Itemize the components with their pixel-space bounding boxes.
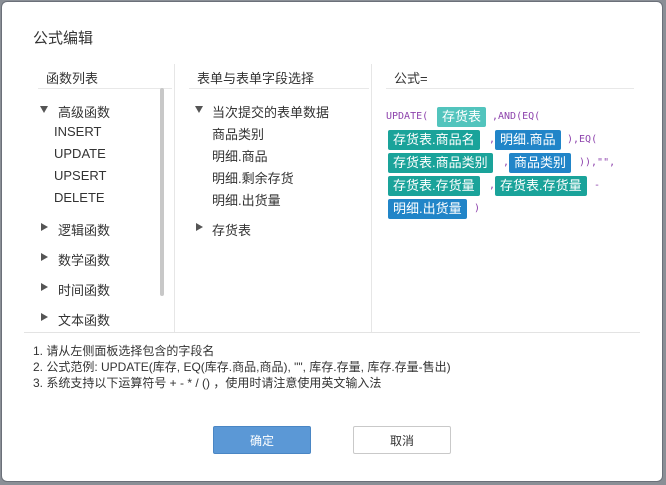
field-detail-outbound[interactable]: 明细.出货量: [212, 190, 281, 209]
function-insert[interactable]: INSERT: [54, 124, 101, 139]
keyword-token: ),EQ(: [567, 134, 598, 145]
function-list-scrollbar[interactable]: [160, 88, 164, 296]
form-field-pill[interactable]: 商品类别: [509, 153, 572, 173]
group-label: 存货表: [212, 223, 252, 238]
header-divider: [386, 88, 634, 89]
form-field-panel: 表单与表单字段选择 当次提交的表单数据 商品类别 明细.商品 明细.剩余存货 明…: [175, 64, 372, 332]
field-pill[interactable]: 存货表.存货量: [388, 176, 480, 196]
caret-right-icon[interactable]: [41, 253, 48, 261]
dialog-title: 公式编辑: [33, 30, 94, 47]
group-label: 当次提交的表单数据: [212, 105, 330, 120]
group-label: 数学函数: [58, 253, 111, 268]
confirm-button[interactable]: 确定: [213, 426, 311, 454]
help-line: 1. 请从左侧面板选择包含的字段名: [33, 344, 215, 358]
field-detail-product[interactable]: 明细.商品: [212, 146, 268, 165]
group-label: 时间函数: [58, 283, 111, 298]
function-list-header: 函数列表: [46, 71, 99, 86]
header-divider: [189, 88, 369, 89]
help-text: 1. 请从左侧面板选择包含的字段名 2. 公式范例: UPDATE(库存, EQ…: [33, 343, 451, 391]
function-delete[interactable]: DELETE: [54, 190, 105, 205]
function-update[interactable]: UPDATE: [54, 146, 106, 161]
section-divider: [24, 332, 640, 333]
cancel-button[interactable]: 取消: [353, 426, 451, 454]
header-divider: [38, 88, 172, 89]
formula-editor-dialog: 公式编辑 函数列表 高级函数 INSERT UPDATE UPSERT DELE…: [1, 1, 663, 482]
field-detail-remaining-stock[interactable]: 明细.剩余存货: [212, 168, 294, 187]
group-label: 逻辑函数: [58, 223, 111, 238]
help-line: 2. 公式范例: UPDATE(库存, EQ(库存.商品,商品), "", 库存…: [33, 360, 451, 374]
caret-right-icon[interactable]: [41, 223, 48, 231]
function-upsert[interactable]: UPSERT: [54, 168, 107, 183]
form-field-header: 表单与表单字段选择: [197, 71, 315, 86]
operator-token: -: [594, 180, 601, 191]
keyword-token: )),"",: [579, 157, 616, 168]
keyword-token: UPDATE(: [386, 111, 429, 122]
help-line: 3. 系统支持以下运算符号 + - * / () ，使用时请注意使用英文输入法: [33, 376, 382, 390]
group-label: 高级函数: [58, 105, 111, 120]
field-pill[interactable]: 存货表.商品名: [388, 130, 480, 150]
formula-panel: 公式= UPDATE( 存货表 ,AND(EQ( 存货表.商品名 , 明细.商品…: [372, 64, 636, 332]
field-pill[interactable]: 存货表.存货量: [495, 176, 587, 196]
field-pill[interactable]: 存货表.商品类别: [388, 153, 493, 173]
caret-right-icon[interactable]: [41, 283, 48, 291]
keyword-token: ,AND(EQ(: [492, 111, 541, 122]
field-product-category[interactable]: 商品类别: [212, 124, 264, 143]
form-field-pill[interactable]: 明细.出货量: [388, 199, 467, 219]
group-label: 文本函数: [58, 313, 111, 328]
keyword-token: ): [474, 203, 481, 214]
function-list-panel: 函数列表 高级函数 INSERT UPDATE UPSERT DELETE 逻辑…: [24, 64, 175, 332]
caret-right-icon[interactable]: [196, 223, 203, 231]
caret-right-icon[interactable]: [41, 313, 48, 321]
form-field-pill[interactable]: 明细.商品: [495, 130, 561, 150]
caret-down-icon[interactable]: [195, 106, 203, 113]
formula-header: 公式=: [394, 71, 428, 86]
caret-down-icon[interactable]: [40, 106, 48, 113]
table-pill[interactable]: 存货表: [437, 107, 487, 127]
